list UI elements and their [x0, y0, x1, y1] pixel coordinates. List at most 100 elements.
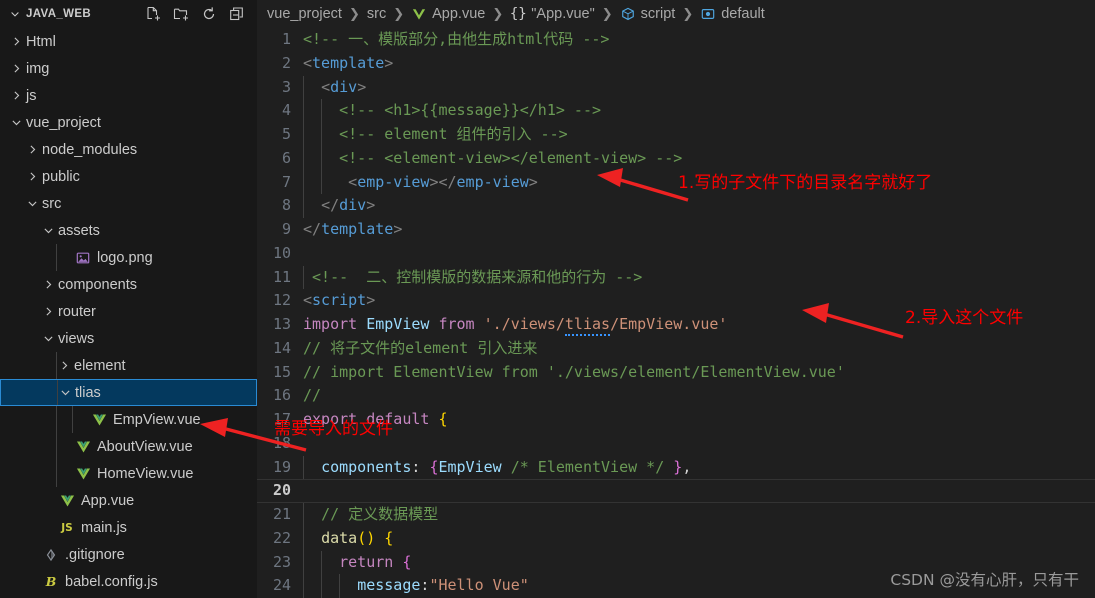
- tree-item-element[interactable]: element: [0, 352, 257, 379]
- new-folder-icon[interactable]: [172, 6, 189, 23]
- code-line[interactable]: 3 <div>: [257, 75, 1095, 100]
- tree-item-label: tlias: [75, 384, 101, 401]
- chevron-down-icon[interactable]: [8, 7, 22, 21]
- chevron-down-icon[interactable]: [40, 331, 56, 347]
- tree-item-empview-vue[interactable]: EmpView.vue: [0, 406, 257, 433]
- vue-file-icon: [74, 438, 92, 456]
- breadcrumb-item-5[interactable]: default: [700, 6, 765, 22]
- editor-pane: vue_project ❯ src ❯ App.vue ❯{} "App.vue" ❯ scri…: [257, 0, 1095, 598]
- code-line[interactable]: 19 components: {EmpView /* ElementView *…: [257, 455, 1095, 480]
- code-line[interactable]: 12 <script>: [257, 289, 1095, 313]
- breadcrumb-separator-icon: ❯: [682, 6, 694, 21]
- tree-item-homeview-vue[interactable]: HomeView.vue: [0, 460, 257, 487]
- code-token: /* ElementView */: [510, 457, 665, 476]
- new-file-icon[interactable]: [144, 6, 161, 23]
- code-token: >: [366, 291, 376, 310]
- breadcrumb-item-1[interactable]: src: [367, 6, 386, 22]
- breadcrumb-separator-icon: ❯: [348, 6, 360, 21]
- tree-item-assets[interactable]: assets: [0, 217, 257, 244]
- chevron-down-icon[interactable]: [57, 385, 73, 401]
- tree-item-gitignore[interactable]: .gitignore: [0, 541, 257, 568]
- code-line[interactable]: 2 <template>: [257, 52, 1095, 76]
- refresh-icon[interactable]: [200, 6, 217, 23]
- code-line[interactable]: 9 </template>: [257, 218, 1095, 242]
- code-token: <: [348, 172, 358, 191]
- code-token: <!-- element 组件的引入 -->: [339, 125, 568, 143]
- explorer-header[interactable]: JAVA_WEB: [0, 0, 257, 28]
- code-line[interactable]: 22 data() {: [257, 526, 1095, 551]
- chevron-right-icon[interactable]: [24, 142, 40, 158]
- collapse-all-icon[interactable]: [228, 6, 245, 23]
- code-line[interactable]: 20: [257, 479, 1095, 503]
- tree-item-aboutview-vue[interactable]: AboutView.vue: [0, 433, 257, 460]
- tree-item-public[interactable]: public: [0, 163, 257, 190]
- code-token: export: [303, 410, 358, 428]
- code-line[interactable]: 10: [257, 242, 1095, 266]
- code-token: './views/: [483, 315, 565, 333]
- code-line[interactable]: 4 <!-- <h1>{{message}}</h1> -->: [257, 99, 1095, 123]
- code-line-text: <!-- element 组件的引入 -->: [303, 123, 1095, 147]
- code-line[interactable]: 13 import EmpView from './views/tlias/Emp…: [257, 313, 1095, 337]
- tree-item-views[interactable]: views: [0, 325, 257, 352]
- code-line[interactable]: 1 <!-- 一、模版部分,由他生成html代码 -->: [257, 28, 1095, 52]
- indent-guide: [303, 526, 304, 551]
- code-line[interactable]: 16 //: [257, 384, 1095, 408]
- vue-file-icon: [74, 465, 92, 483]
- tree-item-tlias[interactable]: tlias: [0, 379, 257, 406]
- breadcrumb-item-3[interactable]: {} "App.vue": [510, 6, 595, 22]
- chevron-right-icon[interactable]: [8, 34, 24, 50]
- code-line[interactable]: 17 export default {: [257, 408, 1095, 432]
- explorer-sidebar: JAVA_WEB Html img js vue_project node_mo…: [0, 0, 257, 598]
- tree-item-src[interactable]: src: [0, 190, 257, 217]
- chevron-down-icon[interactable]: [24, 196, 40, 212]
- tree-item-app-vue[interactable]: App.vue: [0, 487, 257, 514]
- code-line[interactable]: 24 message:"Hello Vue": [257, 574, 1095, 598]
- tree-item-label: router: [58, 303, 96, 320]
- code-line[interactable]: 14 // 将子文件的element 引入进来: [257, 337, 1095, 361]
- tree-item-babel-config-js[interactable]: Bbabel.config.js: [0, 568, 257, 595]
- git-file-icon: [42, 546, 60, 564]
- chevron-right-icon[interactable]: [56, 358, 72, 374]
- code-token: tlias: [564, 315, 611, 336]
- tree-item-js[interactable]: js: [0, 82, 257, 109]
- chevron-right-icon[interactable]: [8, 61, 24, 77]
- chevron-right-icon[interactable]: [8, 88, 24, 104]
- code-line-text: <!-- 二、控制模版的数据来源和他的行为 -->: [303, 265, 1095, 290]
- chevron-right-icon[interactable]: [24, 169, 40, 185]
- code-line[interactable]: 11 <!-- 二、控制模版的数据来源和他的行为 -->: [257, 265, 1095, 290]
- tree-item-node-modules[interactable]: node_modules: [0, 136, 257, 163]
- line-number: 11: [272, 267, 291, 286]
- code-line[interactable]: 6 <!-- <element-view></element-view> -->: [257, 146, 1095, 171]
- tree-item-logo-png[interactable]: logo.png: [0, 244, 257, 271]
- chevron-down-icon[interactable]: [8, 115, 24, 131]
- breadcrumb-item-0[interactable]: vue_project: [267, 6, 342, 22]
- tree-item-vue-project[interactable]: vue_project: [0, 109, 257, 136]
- code-line[interactable]: 21 // 定义数据模型: [257, 503, 1095, 527]
- chevron-right-icon[interactable]: [40, 277, 56, 293]
- tree-item-img[interactable]: img: [0, 55, 257, 82]
- code-line[interactable]: 15 // import ElementView from './views/el…: [257, 361, 1095, 385]
- code-line-text: message:"Hello Vue": [303, 574, 1095, 598]
- code-line[interactable]: 7 <emp-view></emp-view>: [257, 170, 1095, 195]
- indent-guide: [303, 455, 304, 480]
- tree-item-main-js[interactable]: JS main.js: [0, 514, 257, 541]
- chevron-right-icon[interactable]: [40, 304, 56, 320]
- breadcrumb-item-2[interactable]: App.vue: [411, 6, 485, 22]
- tree-item-html[interactable]: Html: [0, 28, 257, 55]
- code-line[interactable]: 5 <!-- element 组件的引入 -->: [257, 123, 1095, 147]
- code-token: >: [393, 220, 403, 238]
- code-line[interactable]: 8 </div>: [257, 194, 1095, 218]
- code-line[interactable]: 23 return {: [257, 550, 1095, 575]
- indent-guide: [321, 574, 323, 598]
- tree-item-label: vue_project: [26, 114, 101, 131]
- tree-item-components[interactable]: components: [0, 271, 257, 298]
- chevron-down-icon[interactable]: [40, 223, 56, 239]
- breadcrumb-item-4[interactable]: script: [620, 6, 675, 22]
- code-editor[interactable]: 1 <!-- 一、模版部分,由他生成html代码 --> 2 <template> 3 …: [257, 28, 1095, 598]
- code-line[interactable]: 18: [257, 432, 1095, 456]
- indent-guide: [321, 170, 323, 195]
- tree-item-router[interactable]: router: [0, 298, 257, 325]
